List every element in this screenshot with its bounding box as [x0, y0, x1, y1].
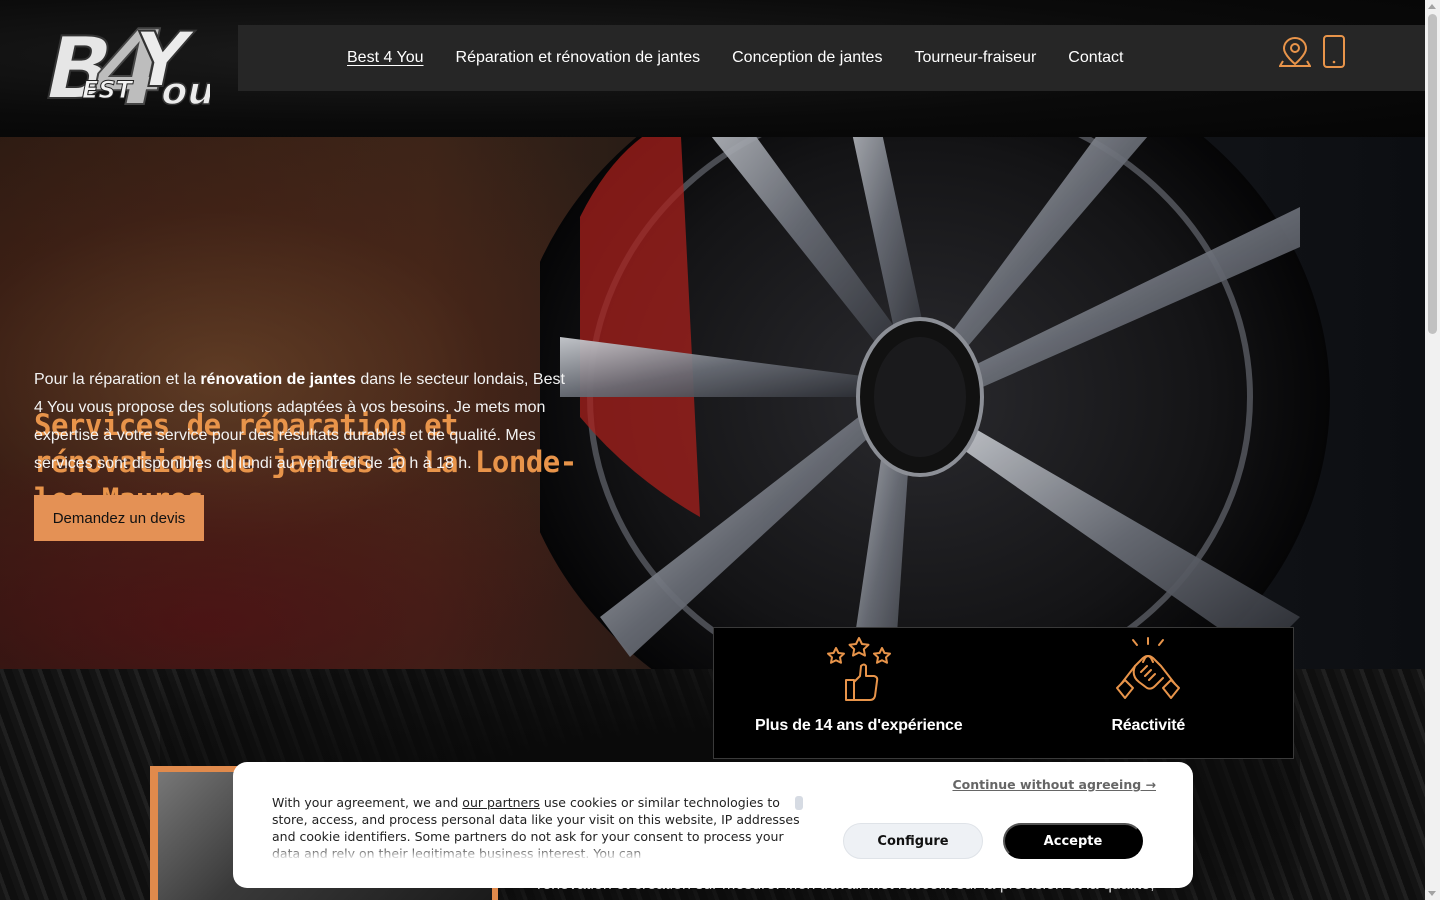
- accept-button[interactable]: Accepte: [1003, 823, 1143, 859]
- nav-item-contact[interactable]: Contact: [1068, 49, 1123, 67]
- nav-item-conception[interactable]: Conception de jantes: [732, 49, 882, 67]
- cookie-text-start: With your agreement, we and: [272, 795, 463, 810]
- logo-est-text: EST: [82, 76, 134, 104]
- hero-description: Pour la réparation et la rénovation de j…: [34, 366, 574, 478]
- location-pin-icon[interactable]: [1278, 35, 1312, 74]
- nav-icons: [1278, 35, 1347, 74]
- continue-without-agreeing-link[interactable]: Continue without agreeing →: [952, 777, 1156, 792]
- hero-text-bold: rénovation de jantes: [200, 371, 356, 388]
- nav-item-best-4-you[interactable]: Best 4 You: [347, 49, 424, 67]
- our-partners-link[interactable]: our partners: [462, 795, 540, 810]
- feature-reactivity: Réactivité: [1004, 628, 1294, 758]
- scroll-down-arrow-icon[interactable]: [1428, 891, 1436, 896]
- request-quote-button[interactable]: Demandez un devis: [34, 495, 204, 541]
- wheel-image: [540, 137, 1330, 669]
- cookie-text-fade: [272, 846, 800, 860]
- page-scrollbar[interactable]: [1425, 0, 1440, 900]
- main-nav: Best 4 You Réparation et rénovation de j…: [347, 25, 1123, 91]
- feature-experience-label: Plus de 14 ans d'expérience: [755, 717, 963, 734]
- configure-button[interactable]: Configure: [843, 823, 983, 859]
- stars-thumbs-up-icon: [824, 636, 894, 709]
- cookie-text-scrollbar[interactable]: [795, 796, 803, 810]
- nav-item-reparation[interactable]: Réparation et rénovation de jantes: [456, 49, 701, 67]
- handshake-icon: [1113, 636, 1183, 709]
- features-box: Plus de 14 ans d'expérience Réactivité: [713, 627, 1294, 759]
- site-header: B 4 Y ou EST Best 4 You Réparation et ré…: [0, 0, 1425, 137]
- svg-text:ou: ou: [157, 69, 210, 114]
- mobile-phone-icon[interactable]: [1321, 35, 1347, 74]
- hero-text-part: Pour la réparation et la: [34, 371, 201, 388]
- nav-item-tourneur-fraiseur[interactable]: Tourneur-fraiseur: [914, 49, 1036, 67]
- logo[interactable]: B 4 Y ou EST: [30, 6, 220, 130]
- feature-reactivity-label: Réactivité: [1111, 717, 1186, 734]
- cookie-banner: With your agreement, we and our partners…: [233, 762, 1193, 888]
- page-scrollbar-thumb[interactable]: [1428, 14, 1437, 334]
- feature-experience: Plus de 14 ans d'expérience: [714, 628, 1004, 758]
- nav-bar: Best 4 You Réparation et rénovation de j…: [238, 25, 1425, 91]
- scroll-up-arrow-icon[interactable]: [1428, 4, 1436, 9]
